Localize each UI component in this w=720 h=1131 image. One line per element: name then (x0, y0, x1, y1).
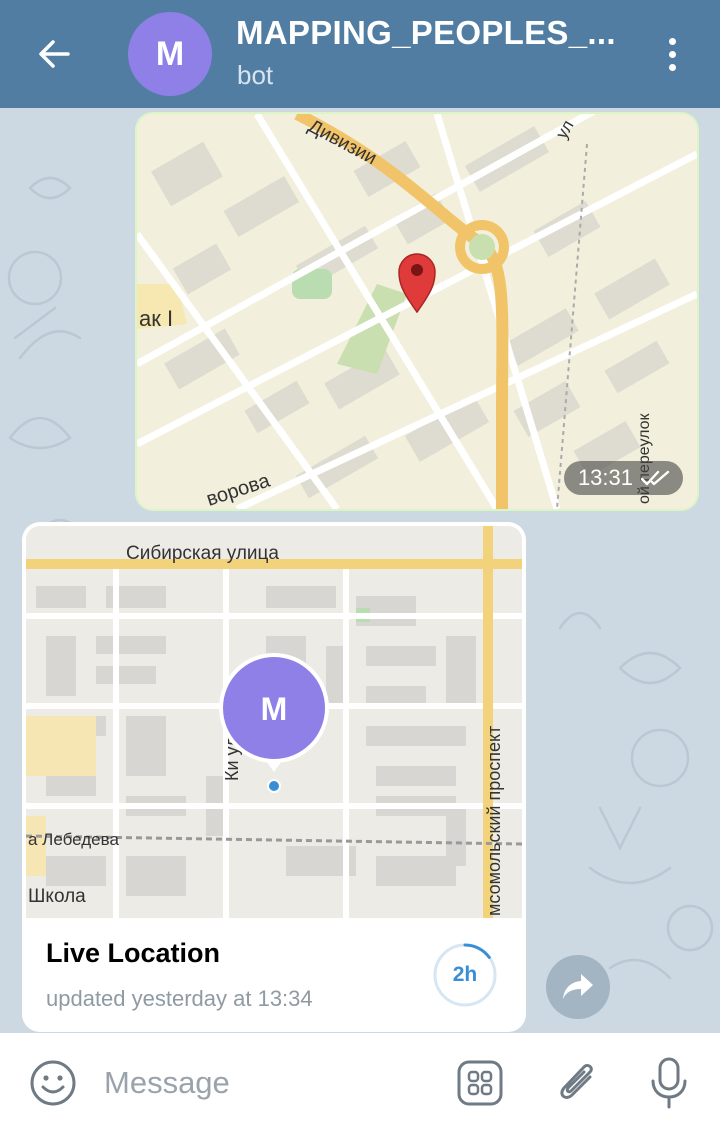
map-label: мсомольский проспект (484, 726, 504, 916)
bot-commands-button[interactable] (456, 1059, 504, 1107)
live-location-map[interactable]: Сибирская улица Ки улица а Лебедева Школ… (26, 526, 522, 918)
attach-button[interactable] (552, 1055, 602, 1109)
map-image: Дивизии ул ак I ворова ой переулок (137, 114, 697, 509)
menu-dot (668, 37, 676, 45)
timer-label: 2h (452, 963, 478, 986)
live-location-title: Live Location (46, 938, 221, 968)
emoji-icon (30, 1060, 76, 1106)
message-composer (0, 1033, 720, 1131)
share-button[interactable] (546, 955, 610, 1019)
live-location-message[interactable]: Сибирская улица Ки улица а Лебедева Школ… (22, 522, 526, 1032)
message-time-badge: 13:31 (563, 461, 683, 495)
live-location-updated: updated yesterday at 13:34 (46, 986, 313, 1011)
emoji-button[interactable] (28, 1058, 78, 1108)
marker-avatar-letter: M (261, 691, 288, 727)
map-label: Сибирская улица (126, 543, 279, 564)
map-image: Сибирская улица Ки улица а Лебедева Школ… (26, 526, 522, 918)
outgoing-location-message[interactable]: Дивизии ул ак I ворова ой переулок 13:31 (135, 112, 699, 511)
chat-avatar[interactable]: M (128, 12, 212, 96)
share-arrow-icon (563, 974, 593, 999)
message-input[interactable] (104, 1061, 424, 1105)
arrow-left-icon (39, 40, 70, 68)
menu-dot (668, 50, 676, 58)
live-location-timer: 2h (432, 942, 498, 1008)
paperclip-icon (560, 1064, 593, 1099)
more-menu-button[interactable] (652, 24, 692, 84)
microphone-icon (651, 1057, 687, 1109)
message-time: 13:31 (577, 465, 633, 490)
bot-commands-icon (457, 1060, 503, 1106)
back-button[interactable] (22, 22, 86, 86)
menu-dot (668, 63, 676, 71)
location-map[interactable]: Дивизии ул ак I ворова ой переулок 13:31 (137, 114, 697, 509)
map-label: ак I (139, 306, 173, 331)
voice-message-button[interactable] (646, 1055, 692, 1111)
chat-title[interactable]: MAPPING_PEOPLES_... (236, 14, 626, 52)
map-label: а Лебедева (28, 830, 119, 849)
map-label: Школа (28, 886, 86, 907)
double-check-icon (641, 470, 670, 486)
chat-header: M MAPPING_PEOPLES_... bot (0, 0, 720, 108)
chat-subtitle: bot (237, 60, 274, 90)
